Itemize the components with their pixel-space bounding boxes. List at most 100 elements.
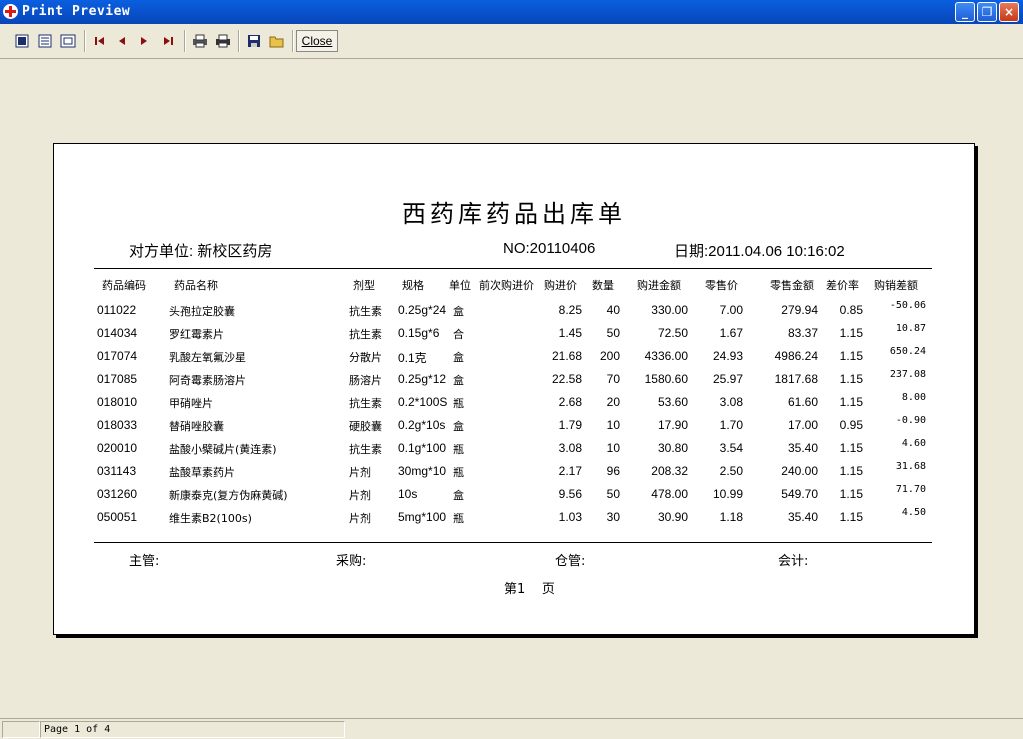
col-rate: 差价率 xyxy=(826,279,859,292)
first-page-icon[interactable] xyxy=(90,31,110,51)
cell-diff: 71.70 xyxy=(895,484,926,495)
cell-amount: 330.00 xyxy=(651,303,688,317)
close-button[interactable]: Close xyxy=(296,30,338,52)
cell-qty: 96 xyxy=(606,464,620,478)
save-icon[interactable] xyxy=(244,31,264,51)
cell-price: 1.03 xyxy=(558,510,582,524)
report-page: 西药库药品出库单 对方单位: 新校区药房 NO:20110406 日期:2011… xyxy=(53,143,975,635)
minimize-button[interactable]: _ xyxy=(955,2,975,22)
table-row: 020010 盐酸小檗碱片(黄连素) 抗生素 0.1g*100 瓶 3.08 10 30.80… xyxy=(54,438,974,461)
cell-diff: 650.24 xyxy=(889,346,926,357)
cell-diff: -50.06 xyxy=(889,300,926,311)
cell-spec: 0.2*100S xyxy=(398,395,448,409)
cell-price: 8.25 xyxy=(558,303,582,317)
page-number-prefix: 第1 xyxy=(504,582,526,597)
cell-qty: 70 xyxy=(606,372,620,386)
cell-qty: 30 xyxy=(606,510,620,524)
page-status: Page 1 of 4 xyxy=(40,721,345,738)
cell-form: 片剂 xyxy=(349,466,371,479)
cell-retail: 1.70 xyxy=(719,418,743,432)
header-rule xyxy=(94,268,932,269)
cell-name: 盐酸小檗碱片(黄连素) xyxy=(169,443,277,456)
status-bar: Page 1 of 4 xyxy=(0,718,1023,739)
cell-rate: 1.15 xyxy=(839,441,863,455)
table-row: 050051 维生素B2(100s) 片剂 5mg*100 瓶 1.03 30 30.90 1.… xyxy=(54,507,974,530)
cell-qty: 200 xyxy=(599,349,620,363)
cell-price: 9.56 xyxy=(558,487,582,501)
print-icon[interactable] xyxy=(213,31,233,51)
cell-price: 1.79 xyxy=(558,418,582,432)
cell-retail-amount: 35.40 xyxy=(787,441,818,455)
sig-accountant: 会计: xyxy=(778,554,809,569)
cell-amount: 4336.00 xyxy=(644,349,688,363)
cell-retail: 3.54 xyxy=(719,441,743,455)
cell-spec: 5mg*100 xyxy=(398,510,447,524)
col-retail: 零售价 xyxy=(705,279,738,292)
cell-retail: 1.67 xyxy=(719,326,743,340)
last-page-icon[interactable] xyxy=(158,31,178,51)
cell-qty: 50 xyxy=(606,326,620,340)
cell-code: 020010 xyxy=(97,441,138,455)
cell-retail-amount: 1817.68 xyxy=(774,372,818,386)
print-setup-icon[interactable] xyxy=(190,31,210,51)
cell-unit: 盒 xyxy=(453,489,464,502)
cell-amount: 1580.60 xyxy=(644,372,688,386)
cell-qty: 10 xyxy=(606,441,620,455)
cell-form: 硬胶囊 xyxy=(349,420,382,433)
maximize-button[interactable]: ❐ xyxy=(977,2,997,22)
close-window-button[interactable]: × xyxy=(999,2,1019,22)
cell-amount: 30.80 xyxy=(657,441,688,455)
page-view-icon[interactable] xyxy=(12,31,32,51)
cell-diff: 237.08 xyxy=(889,369,926,380)
col-amount: 购进金额 xyxy=(637,279,681,292)
preview-canvas[interactable]: 西药库药品出库单 对方单位: 新校区药房 NO:20110406 日期:2011… xyxy=(0,59,1023,717)
cell-name: 罗红霉素片 xyxy=(169,328,224,341)
cell-retail: 25.97 xyxy=(712,372,743,386)
page-number-suffix: 页 xyxy=(541,582,555,597)
open-icon[interactable] xyxy=(267,31,287,51)
cell-code: 017085 xyxy=(97,372,138,386)
cell-diff: 31.68 xyxy=(895,461,926,472)
col-retail-amount: 零售金额 xyxy=(770,279,814,292)
cell-name: 头孢拉定胶囊 xyxy=(169,305,235,318)
cell-amount: 30.90 xyxy=(657,510,688,524)
col-prev-price: 前次购进价 xyxy=(479,279,534,292)
cell-retail: 2.50 xyxy=(719,464,743,478)
cell-diff: 4.60 xyxy=(901,438,926,449)
cell-price: 1.45 xyxy=(558,326,582,340)
cell-name: 甲硝唑片 xyxy=(169,397,213,410)
cell-diff: -0.90 xyxy=(895,415,926,426)
prev-page-icon[interactable] xyxy=(112,31,132,51)
cell-code: 014034 xyxy=(97,326,138,340)
cell-diff: 8.00 xyxy=(901,392,926,403)
report-title: 西药库药品出库单 xyxy=(402,200,626,228)
cell-amount: 17.90 xyxy=(657,418,688,432)
cell-rate: 1.15 xyxy=(839,510,863,524)
multi-page-icon[interactable] xyxy=(35,31,55,51)
cell-retail: 24.93 xyxy=(712,349,743,363)
sig-supervisor: 主管: xyxy=(129,554,160,569)
cell-spec: 30mg*10 xyxy=(398,464,447,478)
fit-page-icon[interactable] xyxy=(58,31,78,51)
table-row: 018033 替硝唑胶囊 硬胶囊 0.2g*10s 盒 1.79 10 17.90 1.70 17… xyxy=(54,415,974,438)
cell-price: 3.08 xyxy=(558,441,582,455)
cell-spec: 0.1g*100 xyxy=(398,441,447,455)
counterparty-label: 对方单位: 新校区药房 xyxy=(129,243,273,260)
cell-name: 乳酸左氧氟沙星 xyxy=(169,351,246,364)
cell-name: 维生素B2(100s) xyxy=(169,512,252,525)
next-page-icon[interactable] xyxy=(134,31,154,51)
cell-rate: 1.15 xyxy=(839,464,863,478)
cell-qty: 50 xyxy=(606,487,620,501)
cell-form: 片剂 xyxy=(349,512,371,525)
cell-name: 盐酸草素药片 xyxy=(169,466,235,479)
col-unit: 单位 xyxy=(449,279,471,292)
cell-retail-amount: 35.40 xyxy=(787,510,818,524)
sig-warehouse: 仓管: xyxy=(555,554,586,569)
cell-code: 018033 xyxy=(97,418,138,432)
cell-retail: 1.18 xyxy=(719,510,743,524)
cell-rate: 1.15 xyxy=(839,395,863,409)
col-spec: 规格 xyxy=(402,279,424,292)
cell-rate: 1.15 xyxy=(839,487,863,501)
cell-form: 抗生素 xyxy=(349,328,382,341)
cell-unit: 瓶 xyxy=(453,466,464,479)
